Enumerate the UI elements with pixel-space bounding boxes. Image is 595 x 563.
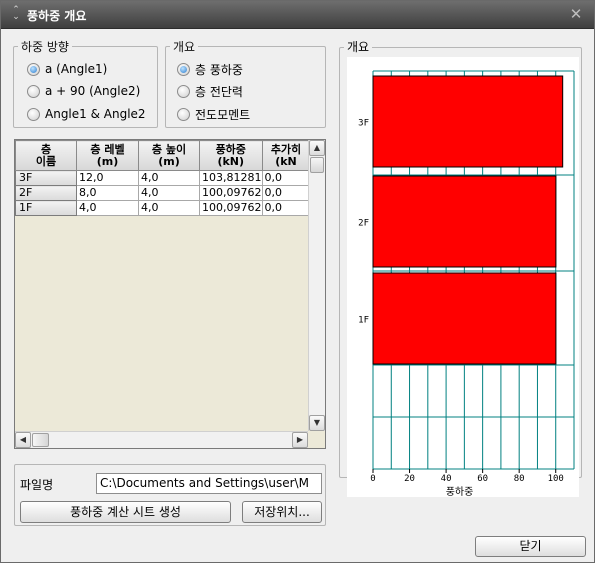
table-cell[interactable]: 100,09762 bbox=[199, 200, 263, 216]
overview-legend: 개요 bbox=[173, 40, 196, 54]
chart-panel-legend: 개요 bbox=[344, 38, 373, 55]
column-header-story-height[interactable]: 층 높이 (m) bbox=[138, 140, 200, 171]
radio-angle1-label: a (Angle1) bbox=[45, 62, 108, 76]
radio-angle1[interactable]: a (Angle1) bbox=[27, 61, 107, 77]
radio-button-selected[interactable] bbox=[27, 62, 40, 76]
table-cell-story[interactable]: 1F bbox=[15, 200, 77, 216]
table-cell[interactable]: 103,81281 bbox=[199, 170, 263, 186]
wind-load-table: 층 이름 층 레벨 (m) 층 높이 (m) 풍하중 (kN) 추가히 (kN … bbox=[15, 140, 311, 216]
chart-x-tick-label: 80 bbox=[514, 474, 525, 484]
table-cell[interactable]: 12,0 bbox=[76, 170, 139, 186]
table-cell[interactable]: 4,0 bbox=[138, 185, 200, 201]
chart-x-tick-label: 0 bbox=[370, 474, 375, 484]
scroll-right-icon[interactable]: ▶ bbox=[292, 432, 308, 448]
window-title: 풍하중 개요 bbox=[27, 9, 87, 23]
chart-category-label: 3F bbox=[358, 119, 369, 129]
table-cell[interactable]: 4,0 bbox=[76, 200, 139, 216]
radio-button-selected[interactable] bbox=[177, 62, 190, 76]
radio-angle-both[interactable]: Angle1 & Angle2 bbox=[27, 106, 146, 122]
radio-angle-both-label: Angle1 & Angle2 bbox=[45, 107, 146, 121]
chart-x-tick-label: 40 bbox=[441, 474, 452, 484]
table-cell[interactable]: 0,0 bbox=[261, 185, 311, 201]
chart-x-tick-label: 100 bbox=[548, 474, 564, 484]
table-cell[interactable]: 0,0 bbox=[261, 170, 311, 186]
close-icon[interactable]: ✕ bbox=[568, 5, 584, 23]
table-cell[interactable]: 100,09762 bbox=[199, 185, 263, 201]
table-cell[interactable]: 4,0 bbox=[138, 170, 200, 186]
table-cell-story[interactable]: 2F bbox=[15, 185, 77, 201]
wind-load-chart: 3F 2F 1F 0 20 40 60 80 100 풍하중 bbox=[347, 57, 579, 497]
radio-overturning-moment[interactable]: 전도모멘트 bbox=[177, 106, 250, 122]
file-path-input[interactable]: C:\Documents and Settings\user\M bbox=[96, 473, 322, 494]
save-location-button[interactable]: 저장위치... bbox=[242, 501, 322, 523]
title-bar[interactable]: ⌃ ⌄ 풍하중 개요 ✕ bbox=[1, 1, 594, 29]
file-section: 파일명 C:\Documents and Settings\user\M 풍하중… bbox=[14, 464, 326, 526]
dialog-window: ⌃ ⌄ 풍하중 개요 ✕ 하중 방향 a (Angle1) a + 90 (Ang… bbox=[0, 0, 595, 563]
column-header-story-name[interactable]: 층 이름 bbox=[15, 140, 77, 171]
radio-story-wind-load[interactable]: 층 풍하중 bbox=[177, 61, 243, 77]
radio-angle2-label: a + 90 (Angle2) bbox=[45, 84, 141, 98]
vertical-scroll-thumb[interactable] bbox=[310, 157, 324, 173]
horizontal-scroll-thumb[interactable] bbox=[32, 433, 49, 447]
generate-sheet-button[interactable]: 풍하중 계산 시트 생성 bbox=[20, 501, 231, 523]
column-header-wind-load[interactable]: 풍하중 (kN) bbox=[199, 140, 263, 171]
scroll-left-icon[interactable]: ◀ bbox=[15, 432, 31, 448]
chart-bar bbox=[372, 272, 557, 365]
radio-story-shear[interactable]: 층 전단력 bbox=[177, 83, 243, 99]
collapse-chevron-icon: ⌃ ⌄ bbox=[12, 5, 20, 22]
table-cell[interactable]: 0,0 bbox=[261, 200, 311, 216]
radio-overturning-moment-label: 전도모멘트 bbox=[195, 107, 251, 122]
scroll-down-icon[interactable]: ▼ bbox=[309, 415, 325, 431]
chart-x-axis-label: 풍하중 bbox=[446, 485, 474, 497]
radio-story-wind-load-label: 층 풍하중 bbox=[195, 62, 243, 77]
vertical-scrollbar[interactable]: ▲ ▼ bbox=[308, 140, 325, 431]
load-direction-legend: 하중 방향 bbox=[21, 40, 69, 54]
close-button[interactable]: 닫기 bbox=[475, 536, 586, 557]
file-name-label: 파일명 bbox=[20, 478, 54, 492]
table-cell-story[interactable]: 3F bbox=[15, 170, 77, 186]
chart-x-tick-label: 60 bbox=[477, 474, 488, 484]
table-cell[interactable]: 4,0 bbox=[138, 200, 200, 216]
table-header-row: 층 이름 층 레벨 (m) 층 높이 (m) 풍하중 (kN) 추가히 (kN bbox=[15, 140, 311, 171]
radio-button[interactable] bbox=[27, 107, 40, 121]
table-row[interactable]: 3F 12,0 4,0 103,81281 0,0 bbox=[15, 170, 311, 186]
resize-grip-icon bbox=[308, 431, 325, 448]
radio-angle2[interactable]: a + 90 (Angle2) bbox=[27, 83, 140, 99]
radio-story-shear-label: 층 전단력 bbox=[195, 84, 243, 99]
column-header-story-level[interactable]: 층 레벨 (m) bbox=[76, 140, 139, 171]
chart-bar bbox=[372, 75, 564, 168]
chart-category-label: 1F bbox=[358, 316, 369, 326]
chart-bar bbox=[372, 175, 557, 268]
wind-load-grid[interactable]: 층 이름 층 레벨 (m) 층 높이 (m) 풍하중 (kN) 추가히 (kN … bbox=[14, 139, 326, 449]
radio-button[interactable] bbox=[27, 84, 40, 98]
chart-category-label: 2F bbox=[358, 219, 369, 229]
chart-x-tick-label: 20 bbox=[404, 474, 415, 484]
table-row[interactable]: 1F 4,0 4,0 100,09762 0,0 bbox=[15, 200, 311, 216]
scroll-up-icon[interactable]: ▲ bbox=[309, 140, 325, 156]
table-row[interactable]: 2F 8,0 4,0 100,09762 0,0 bbox=[15, 185, 311, 201]
table-cell[interactable]: 8,0 bbox=[76, 185, 139, 201]
horizontal-scrollbar[interactable]: ◀ ▶ bbox=[15, 431, 308, 448]
column-header-additional[interactable]: 추가히 (kN bbox=[261, 140, 311, 171]
radio-button[interactable] bbox=[177, 107, 190, 121]
radio-button[interactable] bbox=[177, 84, 190, 98]
